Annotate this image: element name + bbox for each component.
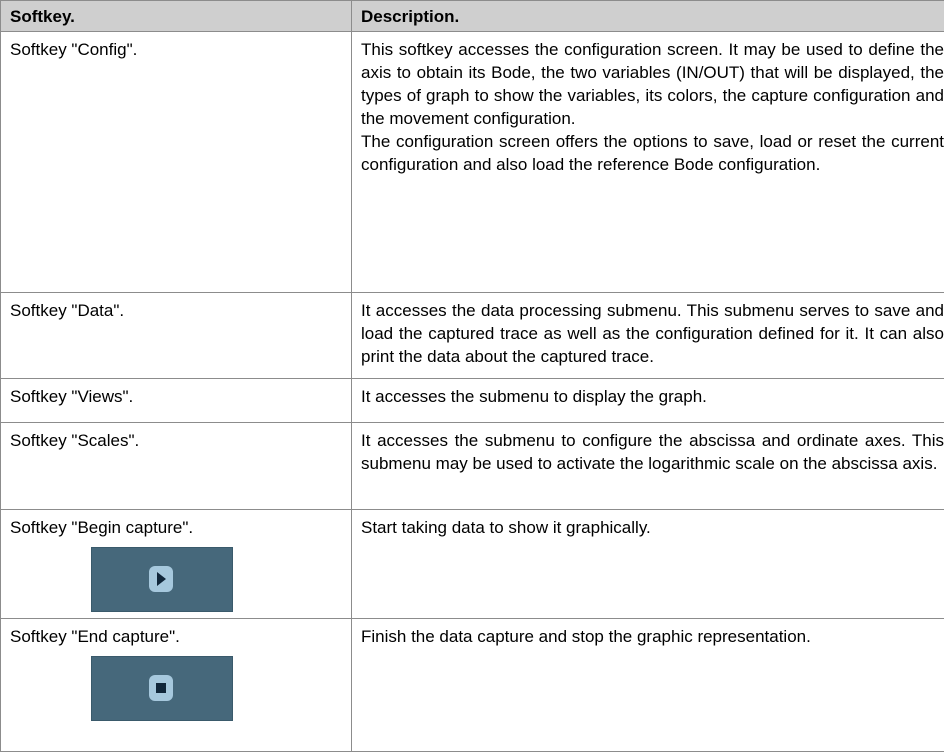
table-header-row: Softkey. Description. [1,1,944,32]
header-description: Description. [352,1,944,32]
softkey-cell: Softkey "Scales". [1,423,352,510]
description-cell: It accesses the submenu to display the g… [352,379,944,423]
description-paragraph: The configuration screen offers the opti… [361,130,944,176]
end-capture-softkey-image [91,656,233,721]
table-row: Softkey "Config". This softkey accesses … [1,32,944,293]
softkey-cell: Softkey "End capture". [1,619,352,752]
header-softkey: Softkey. [1,1,352,32]
table-row: Softkey "Views". It accesses the submenu… [1,379,944,423]
begin-capture-softkey-image [91,547,233,612]
description-paragraph: This softkey accesses the configuration … [361,38,944,130]
softkey-label: Softkey "Begin capture". [10,516,344,539]
table-row: Softkey "End capture". Finish the data c… [1,619,944,752]
softkey-cell: Softkey "Config". [1,32,352,293]
description-cell: This softkey accesses the configuration … [352,32,944,293]
softkey-table: Softkey. Description. Softkey "Config". … [0,0,944,752]
softkey-cell: Softkey "Begin capture". [1,510,352,619]
description-cell: It accesses the data processing submenu.… [352,293,944,379]
softkey-label: Softkey "End capture". [10,625,344,648]
description-cell: Finish the data capture and stop the gra… [352,619,944,752]
table-row: Softkey "Scales". It accesses the submen… [1,423,944,510]
softkey-cell: Softkey "Views". [1,379,352,423]
play-icon [149,566,173,592]
description-cell: Start taking data to show it graphically… [352,510,944,619]
table-row: Softkey "Data". It accesses the data pro… [1,293,944,379]
stop-icon [149,675,173,701]
table-row: Softkey "Begin capture". Start taking da… [1,510,944,619]
softkey-cell: Softkey "Data". [1,293,352,379]
description-cell: It accesses the submenu to configure the… [352,423,944,510]
